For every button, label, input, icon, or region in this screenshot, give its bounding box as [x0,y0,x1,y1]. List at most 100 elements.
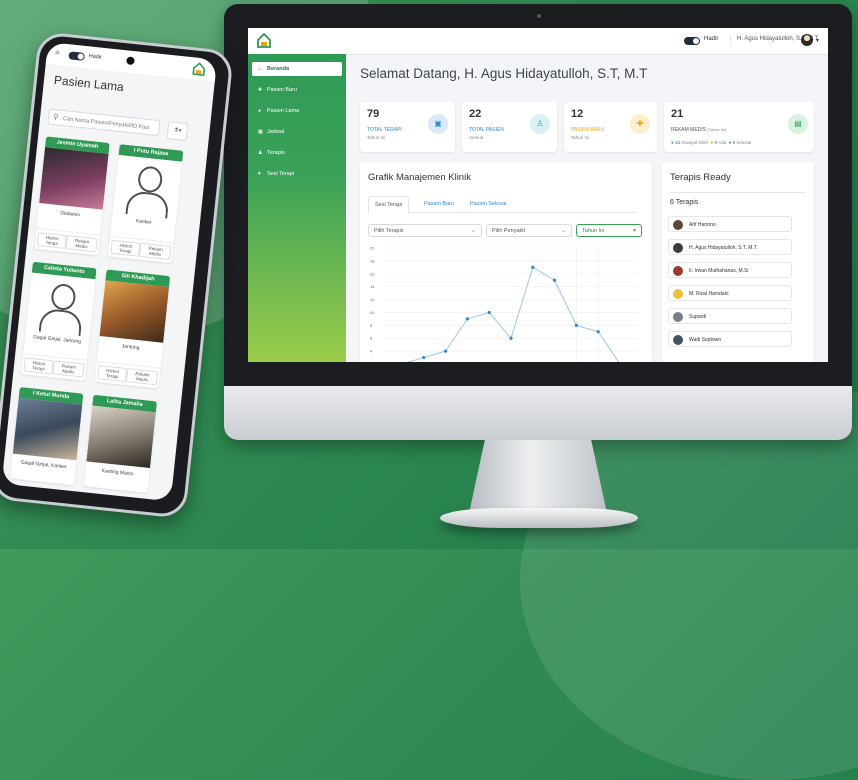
tahun-select[interactable]: Tahun Ini ▾ [576,224,642,237]
home-icon: ⌂ [258,66,262,72]
calendar-icon: ▣ [428,114,448,134]
legend-dot: ● [710,140,714,145]
therapist-item[interactable]: H. Agus Hidayatulloh, S.T, M.T [668,239,792,255]
therapist-count: 6 Terapis [670,199,699,206]
presence-toggle[interactable] [684,37,700,45]
record-button[interactable]: Rekam Medis [65,235,98,253]
user-icon: ♙ [530,114,550,134]
history-button[interactable]: Histori Terapi [97,365,128,383]
therapist-panel-title: Terapis Ready [670,172,731,183]
monitor-chin [224,386,852,440]
chevron-down-icon: ⌄ [560,228,566,234]
patient-photo [12,397,83,461]
filter-button[interactable]: ⚗▾ [166,121,189,142]
data-point[interactable] [531,265,535,269]
calendar-icon: ▦ [258,129,263,135]
sidebar-item-sesi-terapi[interactable]: ♥ Sesi Terapi [252,167,342,181]
avatar [673,335,683,345]
data-point[interactable] [422,355,426,360]
therapist-item[interactable]: Ir. Irwan Muthahanas, M.Si [668,262,792,278]
stat-card-rekam-medis[interactable]: 21 REKAM MEDIS (Tahun ini) ▤ ● 14 Riwaya… [664,102,814,152]
data-point[interactable] [509,336,513,340]
history-button[interactable]: Histori Terapi [36,232,68,250]
y-tick-label: 4 [370,349,373,354]
record-button[interactable]: Rekam Medis [139,242,172,260]
sidebar-item-beranda[interactable]: ⌂ Beranda [252,62,342,76]
sidebar-item-terapis[interactable]: ♟ Terapis [252,146,342,160]
stat-label: REKAM MEDIS (Tahun ini) [671,127,727,133]
patient-card[interactable]: I Putu Rajasa Kanker Histori Terapi Rekam… [107,144,184,264]
record-button[interactable]: Rekam Medis [126,368,159,386]
patient-card[interactable]: Siti Khadijah Jantung Histori Terapi Reka… [94,269,171,389]
sidebar: ⌂ Beranda ✚ Pasien Baru ● Pasien Lama ▦ Jadw… [248,54,346,362]
patient-card[interactable]: Jesmin Uyainah Diabetes Histori Terapi Re… [34,136,110,256]
penyakit-select[interactable]: Pilih Penyakit ⌄ [486,224,572,237]
data-point[interactable] [574,323,578,327]
sidebar-item-jadwal[interactable]: ▦ Jadwal [252,125,342,139]
record-button[interactable]: Rekam Medis [52,360,85,378]
desktop-monitor: Hadir H. Agus Hidayatulloh, S.T, M.T ▾ ⌂… [224,4,852,440]
clinic-logo-icon[interactable] [256,32,272,49]
monitor-base [440,508,638,528]
presence-toggle[interactable] [68,51,86,61]
camera-notch [126,56,135,66]
menu-icon[interactable]: ≡ [54,48,60,57]
therapist-item[interactable]: M. Rizal Hamdani [668,285,792,301]
patient-photo [99,280,170,343]
search-input[interactable]: ⚲ Cari Nama Pasien/Penyakit/ID Pasi [47,108,161,137]
user-icon: ♟ [258,150,263,156]
terapis-select[interactable]: Pilih Terapis ⌄ [368,224,482,237]
stat-card-total-terapi[interactable]: 79 TOTAL TERAPI Tahun Ini ▣ [360,102,455,152]
therapist-item[interactable]: Arif Hartono [668,216,792,232]
data-point[interactable] [487,310,491,315]
history-button[interactable]: Histori Terapi [23,357,55,375]
stat-card-pasien-baru[interactable]: 12 PASIEN BARU Tahun Ini ✚ [564,102,657,152]
tab-sesi-terapi[interactable]: Sesi Terapi [368,196,410,214]
y-tick-label: 12 [370,297,375,302]
rekam-legend: ● 14 Riwayat lebih ● 0 Ada ● 5 Selesai [671,140,752,145]
user-plus-icon: ✚ [630,114,650,134]
therapist-item[interactable]: Wadi Soptowo [668,331,792,347]
avatar[interactable] [801,34,813,46]
tab-pasien-selesai[interactable]: Pasien Selesai [464,196,512,212]
series-line [407,266,620,362]
desktop-screen: Hadir H. Agus Hidayatulloh, S.T, M.T ▾ ⌂… [248,28,828,362]
clipboard-icon: ▤ [788,114,808,134]
stat-value: 21 [671,108,684,120]
divider [670,192,806,193]
therapist-item[interactable]: Supardi [668,308,792,324]
tab-pasien-baru[interactable]: Pasien Baru [418,196,460,212]
y-tick-label: 6 [370,336,373,341]
patient-diagnosis: Gagal Ginjal, Kanker [20,459,68,471]
patient-card[interactable]: I Ketut Munda Gagal Ginjal, Kanker [10,386,84,486]
data-point[interactable] [553,278,557,282]
page-title: Selamat Datang, H. Agus Hidayatulloh, S.… [360,66,648,81]
y-tick-label: 8 [370,323,373,328]
chevron-down-icon[interactable]: ▾ [816,37,819,44]
data-point[interactable] [596,330,600,334]
sidebar-item-pasien-baru[interactable]: ✚ Pasien Baru [252,83,342,97]
chevron-down-icon: ⌄ [470,228,476,234]
data-point[interactable] [465,317,469,321]
legend-dot: ● [728,140,732,145]
patient-card[interactable]: Calista Yulianto Gagal Ginjal, Jantung H… [21,261,97,381]
presence-label: Hadir [88,53,103,61]
heart-icon: ♥ [258,171,261,177]
patient-photo [86,405,156,469]
chart-panel-title: Grafik Manajemen Klinik [368,172,471,183]
data-point[interactable] [444,349,448,353]
history-button[interactable]: Histori Terapi [110,239,141,257]
avatar [673,266,683,276]
stat-sub: Semua [469,135,484,140]
y-tick-label: 16 [370,271,375,276]
topbar: Hadir H. Agus Hidayatulloh, S.T, M.T ▾ [248,28,828,55]
presence-label: Hadir [704,36,719,42]
y-tick-label: 20 [370,246,375,251]
stat-card-total-pasien[interactable]: 22 TOTAL PASIEN Semua ♙ [462,102,557,152]
y-tick-label: 14 [370,284,375,289]
sidebar-item-pasien-lama[interactable]: ● Pasien Lama [252,104,342,118]
patient-card[interactable]: Lalita Jamalia Kanting Manis [83,394,158,493]
clinic-logo-icon[interactable] [191,60,207,77]
caret-down-icon: ▾ [632,228,636,234]
stat-value: 12 [571,108,584,120]
